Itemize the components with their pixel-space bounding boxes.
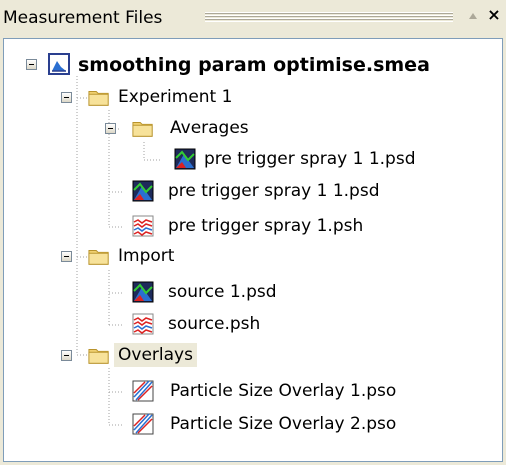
tree-node-label: source.psh: [168, 314, 261, 334]
tree-node-import[interactable]: Import: [56, 241, 256, 273]
tree-node-label: pre trigger spray 1.psh: [168, 216, 364, 236]
tree-node-overlay-1[interactable]: Particle Size Overlay 1.pso: [124, 376, 454, 408]
tree-node-import-psh[interactable]: source.psh: [122, 309, 342, 341]
panel-titlebar[interactable]: Measurement Files ×: [0, 0, 506, 36]
auto-hide-pin-button[interactable]: [466, 8, 480, 24]
folder-icon: [88, 349, 109, 364]
folder-icon: [88, 91, 109, 106]
tree-node-averages-psd[interactable]: pre trigger spray 1 1.psd: [160, 144, 500, 176]
psd-chart-icon: [174, 148, 196, 170]
tree-node-label: Averages: [170, 118, 249, 138]
tree-node-experiment-psd[interactable]: pre trigger spray 1 1.psd: [122, 176, 442, 208]
folder-icon: [132, 122, 153, 137]
pin-triangle-icon: [469, 13, 477, 19]
overlay-icon: [132, 413, 154, 435]
measurement-file-icon: [48, 53, 70, 75]
collapse-toggle[interactable]: [61, 350, 72, 361]
folder-icon: [88, 250, 109, 265]
panel-title: Measurement Files: [3, 8, 163, 28]
tree-node-overlays[interactable]: Overlays: [56, 340, 256, 372]
measurement-files-panel: Measurement Files × smoothing param opti…: [0, 0, 506, 465]
titlebar-grip[interactable]: [205, 12, 453, 22]
tree-node-root[interactable]: smoothing param optimise.smea: [20, 51, 500, 83]
close-button[interactable]: ×: [487, 7, 501, 23]
tree-node-label: Experiment 1: [118, 87, 233, 107]
tree-node-label: Import: [118, 246, 175, 266]
tree-node-label: Particle Size Overlay 2.pso: [170, 414, 397, 434]
psd-chart-icon: [132, 180, 154, 202]
overlay-icon: [132, 380, 154, 402]
tree-node-experiment-psh[interactable]: pre trigger spray 1.psh: [122, 211, 442, 243]
tree-node-label: Overlays: [114, 343, 197, 367]
tree-node-label: smoothing param optimise.smea: [78, 54, 430, 76]
tree-node-overlay-2[interactable]: Particle Size Overlay 2.pso: [124, 409, 454, 441]
collapse-toggle[interactable]: [61, 251, 72, 262]
tree-node-label: pre trigger spray 1 1.psd: [204, 149, 416, 169]
tree-node-label: pre trigger spray 1 1.psd: [168, 181, 380, 201]
tree-node-experiment[interactable]: Experiment 1: [56, 82, 356, 114]
close-icon: ×: [487, 5, 501, 24]
psh-history-icon: [132, 215, 154, 237]
psh-history-icon: [132, 313, 154, 335]
tree-node-averages[interactable]: Averages: [88, 113, 328, 145]
collapse-toggle[interactable]: [61, 92, 72, 103]
tree-node-label: Particle Size Overlay 1.pso: [170, 381, 397, 401]
collapse-toggle[interactable]: [26, 59, 37, 70]
tree-node-import-psd[interactable]: source 1.psd: [122, 277, 342, 309]
tree-node-label: source 1.psd: [168, 282, 277, 302]
psd-chart-icon: [132, 281, 154, 303]
collapse-toggle[interactable]: [105, 123, 116, 134]
